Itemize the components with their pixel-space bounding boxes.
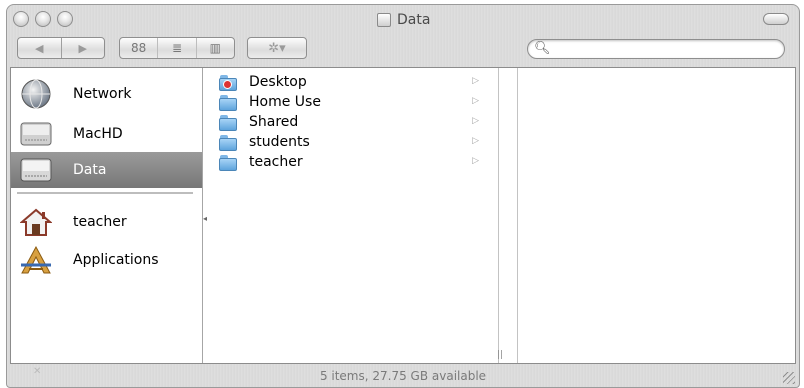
list-item[interactable]: Desktop ▷ (219, 73, 489, 93)
column-view-button[interactable]: ▥ (195, 38, 234, 58)
sidebar-item-label: teacher (73, 214, 127, 230)
list-item[interactable]: teacher ▷ (219, 153, 489, 173)
folder-icon (219, 115, 237, 131)
folder-icon (219, 155, 237, 171)
disclosure-arrow-icon: ▷ (472, 136, 479, 146)
zoom-window-button[interactable] (57, 11, 73, 27)
sidebar: Network MacHD Data teacher Applications (11, 68, 203, 363)
sidebar-item-label: MacHD (73, 126, 123, 142)
sidebar-item-label: Network (73, 86, 132, 102)
folder-icon (219, 135, 237, 151)
hard-drive-icon (19, 118, 53, 150)
sidebar-item-applications[interactable]: Applications (11, 242, 202, 278)
hard-drive-icon (19, 154, 53, 186)
item-label: Home Use (249, 94, 321, 110)
desktop-folder-icon (219, 75, 237, 91)
window-title: Data (377, 11, 430, 29)
disclosure-arrow-icon: ▷ (472, 76, 479, 86)
status-bar: ✕ 5 items, 27.75 GB available (7, 365, 799, 387)
list-view-button[interactable]: ≣ (157, 38, 195, 58)
search-icon: 🔍︎ (534, 41, 551, 56)
sidebar-item-data[interactable]: Data (11, 152, 202, 188)
back-button[interactable]: ◀ (18, 38, 61, 58)
sidebar-item-label: Data (73, 162, 107, 178)
disclosure-arrow-icon: ▷ (472, 156, 479, 166)
disclosure-arrow-icon: ▷ (472, 96, 479, 106)
resize-grip-icon[interactable] (783, 372, 795, 384)
network-globe-icon (19, 78, 53, 110)
volume-icon (377, 13, 391, 27)
folder-icon (219, 95, 237, 111)
sidebar-item-label: Applications (73, 252, 159, 268)
search-input[interactable] (550, 41, 778, 57)
search-field[interactable]: 🔍︎ (527, 39, 785, 59)
item-label: Desktop (249, 74, 307, 90)
sidebar-item-teacher[interactable]: teacher (11, 204, 202, 240)
item-label: Shared (249, 114, 299, 130)
sidebar-divider (17, 192, 193, 194)
disclosure-arrow-icon: ▷ (472, 116, 479, 126)
sidebar-item-machd[interactable]: MacHD (11, 116, 202, 152)
list-item[interactable]: Home Use ▷ (219, 93, 489, 113)
home-icon (19, 206, 53, 238)
item-label: teacher (249, 154, 303, 170)
icon-view-button[interactable]: 88 (120, 38, 157, 58)
list-item[interactable]: students ▷ (219, 133, 489, 153)
action-menu-button[interactable]: ✲▾ (247, 37, 307, 59)
title-bar[interactable]: Data (7, 5, 799, 33)
close-window-button[interactable] (13, 11, 29, 27)
minimize-window-button[interactable] (35, 11, 51, 27)
status-corner-icon: ✕ (33, 366, 42, 377)
view-mode-group: 88 ≣ ▥ (119, 37, 235, 59)
list-item[interactable]: Shared ▷ (219, 113, 489, 133)
applications-icon (19, 244, 53, 276)
status-text: 5 items, 27.75 GB available (319, 369, 487, 383)
item-label: students (249, 134, 310, 150)
back-forward-group: ◀ ▶ (17, 37, 105, 59)
forward-button[interactable]: ▶ (60, 38, 105, 58)
sidebar-item-network[interactable]: Network (11, 76, 202, 112)
finder-window: Data ◀ ▶ 88 ≣ ▥ ✲▾ 🔍︎ Network MacHD Data… (6, 4, 800, 388)
window-title-text: Data (397, 12, 431, 28)
browser-content: Network MacHD Data teacher Applications … (10, 67, 796, 364)
toolbar-toggle-button[interactable] (763, 13, 789, 25)
browser-column-1: Desktop ▷ Home Use ▷ Shared ▷ students ▷… (209, 68, 503, 363)
browser-column-2 (500, 68, 518, 363)
